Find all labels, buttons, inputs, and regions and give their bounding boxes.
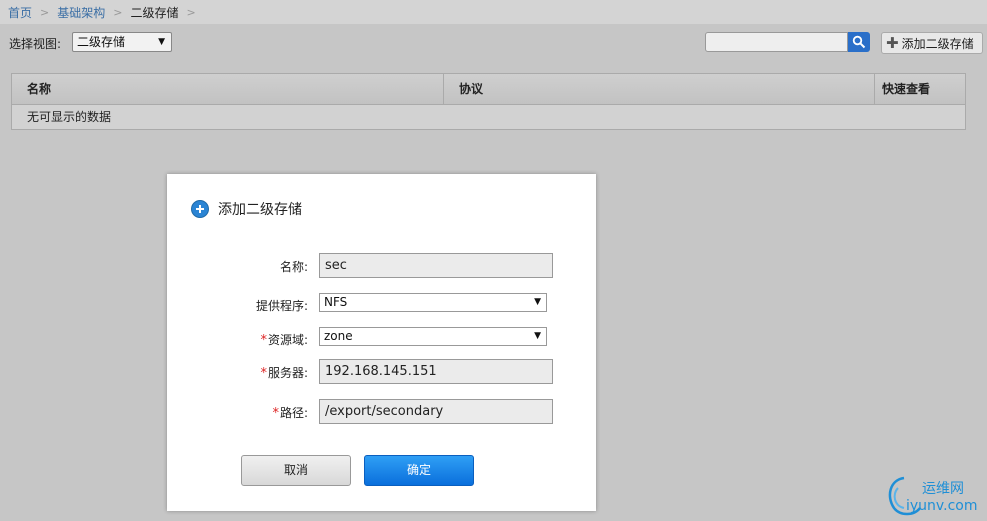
plus-icon: ✚ <box>886 34 899 52</box>
required-mark: * <box>272 406 279 421</box>
search-input[interactable] <box>705 32 848 52</box>
add-button-label: 添加二级存储 <box>901 36 974 51</box>
view-select-label: 选择视图: <box>9 37 62 51</box>
add-secondary-storage-dialog: 添加二级存储 名称: 提供程序: NFS ▼ *资源域: zone ▼ *服务器… <box>167 174 596 511</box>
breadcrumb: 首页 > 基础架构 > 二级存储 > <box>0 0 987 24</box>
column-header-quickview: 快速查看 <box>882 82 931 96</box>
provider-select-value: NFS <box>324 295 348 309</box>
server-label: *服务器: <box>260 366 308 381</box>
search-button[interactable] <box>848 32 870 52</box>
path-field[interactable] <box>319 399 553 424</box>
chevron-down-icon: ▼ <box>158 37 165 47</box>
path-label: *路径: <box>272 406 308 421</box>
zone-select-value: zone <box>324 329 353 343</box>
name-label: 名称: <box>279 260 308 274</box>
view-select[interactable]: 二级存储 ▼ <box>72 32 172 52</box>
column-header-name[interactable]: 名称 <box>12 74 444 104</box>
zone-select[interactable]: zone ▼ <box>319 327 547 346</box>
zone-label: *资源域: <box>260 333 308 348</box>
provider-label: 提供程序: <box>255 299 308 313</box>
storage-table: 名称 协议 快速查看 无可显示的数据 <box>11 73 966 130</box>
breadcrumb-separator: > <box>186 5 196 19</box>
name-field[interactable] <box>319 253 553 278</box>
table-header: 名称 协议 快速查看 <box>12 74 965 105</box>
provider-select[interactable]: NFS ▼ <box>319 293 547 312</box>
breadcrumb-home[interactable]: 首页 <box>8 4 32 21</box>
breadcrumb-current: 二级存储 <box>130 5 179 20</box>
confirm-button[interactable]: 确定 <box>364 455 474 486</box>
breadcrumb-separator: > <box>40 5 50 19</box>
breadcrumb-separator: > <box>113 5 123 19</box>
view-select-value: 二级存储 <box>77 35 126 49</box>
cancel-button[interactable]: 取消 <box>241 455 351 486</box>
required-mark: * <box>260 366 267 381</box>
watermark-cn: 运维网 <box>922 481 964 497</box>
watermark-en: iyunv.com <box>906 498 978 514</box>
column-header-protocol[interactable]: 协议 <box>444 74 875 104</box>
chevron-down-icon: ▼ <box>534 297 541 307</box>
dialog-title: 添加二级存储 <box>191 199 302 219</box>
required-mark: * <box>260 333 267 348</box>
search-icon <box>852 35 866 49</box>
table-empty-message: 无可显示的数据 <box>27 110 112 124</box>
add-circle-icon <box>191 200 209 218</box>
toolbar: 选择视图: 二级存储 ▼ ✚ 添加二级存储 <box>0 28 987 58</box>
add-secondary-storage-button[interactable]: ✚ 添加二级存储 <box>881 32 983 54</box>
breadcrumb-infrastructure[interactable]: 基础架构 <box>57 4 105 21</box>
dialog-title-text: 添加二级存储 <box>218 202 302 218</box>
chevron-down-icon: ▼ <box>534 331 541 341</box>
watermark-logo: 运维网 iyunv.com <box>884 474 984 518</box>
server-field[interactable] <box>319 359 553 384</box>
